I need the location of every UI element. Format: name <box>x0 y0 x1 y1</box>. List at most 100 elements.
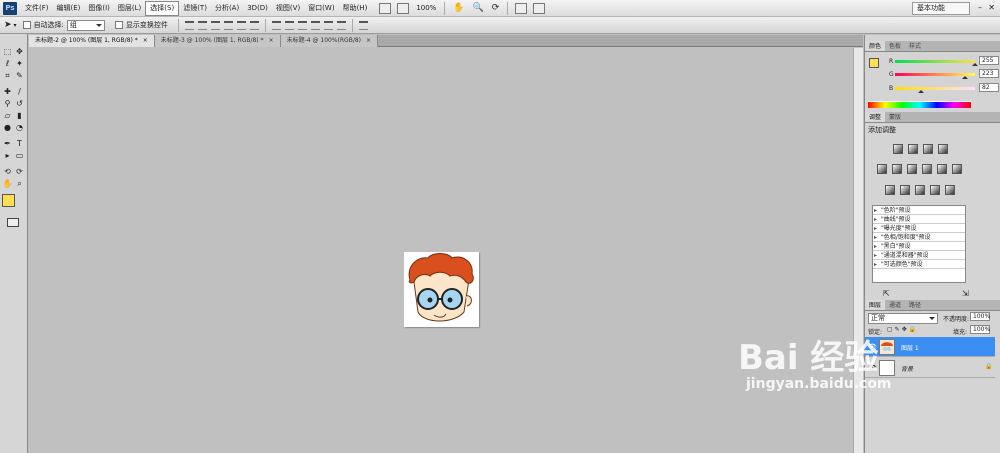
menu-item[interactable]: 滤镜(T) <box>179 1 211 16</box>
opacity-field[interactable]: 100% <box>970 312 990 321</box>
color-panel-foreground-swatch[interactable] <box>869 58 879 68</box>
distribute-top-icon[interactable] <box>271 20 281 30</box>
g-value-field[interactable]: 223 <box>979 69 999 78</box>
history-brush-tool-icon[interactable]: ↺ <box>14 99 25 108</box>
hand-tool-icon[interactable]: ✋ <box>2 179 13 188</box>
levels-icon[interactable] <box>908 144 918 154</box>
eyedropper-tool-icon[interactable]: ✎ <box>14 71 25 80</box>
close-tab-icon[interactable]: × <box>269 37 274 44</box>
view-extras-icon[interactable] <box>397 2 410 14</box>
posterize-icon[interactable] <box>900 185 910 195</box>
zoom-tool-icon[interactable]: 🔍 <box>469 1 488 16</box>
tab-swatches[interactable]: 色板 <box>885 41 905 51</box>
brightness-icon[interactable] <box>893 144 903 154</box>
hand-tool-icon[interactable]: ✋ <box>449 1 468 16</box>
zoom-tool-icon[interactable]: ⌕ <box>14 179 25 188</box>
canvas-area[interactable] <box>29 48 853 453</box>
align-right-icon[interactable] <box>249 20 259 30</box>
auto-select-dropdown[interactable]: 组 <box>66 19 105 31</box>
distribute-vcenter-icon[interactable] <box>284 20 294 30</box>
3d-orbit-tool-icon[interactable]: ⟳ <box>14 167 25 176</box>
invert-icon[interactable] <box>885 185 895 195</box>
b-value-field[interactable]: 82 <box>979 83 999 92</box>
bridge-icon[interactable] <box>379 2 392 14</box>
quick-mask-icon[interactable] <box>7 218 19 227</box>
minimize-icon[interactable]: – <box>978 3 982 12</box>
foreground-color-swatch[interactable] <box>2 194 15 207</box>
tab-adjustments[interactable]: 调整 <box>865 112 886 122</box>
selective-color-icon[interactable] <box>945 185 955 195</box>
tool-preset-dropdown-icon[interactable]: ▾ <box>14 22 17 29</box>
arrange-documents-icon[interactable] <box>515 2 528 14</box>
rotate-view-icon[interactable]: ⟳ <box>488 1 504 16</box>
menu-item[interactable]: 编辑(E) <box>53 1 85 16</box>
close-icon[interactable]: ✕ <box>988 3 995 12</box>
tab-color[interactable]: 颜色 <box>865 41 886 51</box>
move-tool-icon[interactable]: ✥ <box>14 47 25 56</box>
b-slider-thumb[interactable] <box>917 87 924 93</box>
distribute-bottom-icon[interactable] <box>297 20 307 30</box>
menu-item[interactable]: 文件(F) <box>21 1 53 16</box>
clone-stamp-tool-icon[interactable]: ⚲ <box>2 99 13 108</box>
vibrance-icon[interactable] <box>877 164 887 174</box>
zoom-level[interactable]: 100% <box>412 1 440 16</box>
path-selection-tool-icon[interactable]: ▸ <box>2 151 13 160</box>
menu-item[interactable]: 选择(S) <box>145 0 180 16</box>
align-bottom-icon[interactable] <box>210 20 220 30</box>
3d-rotate-tool-icon[interactable]: ⟲ <box>2 167 13 176</box>
distribute-hcenter-icon[interactable] <box>323 20 333 30</box>
document-tab[interactable]: 未标题-2 @ 100% (图层 1, RGB/8) * × <box>29 35 155 47</box>
align-vcenter-icon[interactable] <box>197 20 207 30</box>
blend-mode-dropdown[interactable]: 正常 <box>868 313 938 324</box>
tab-masks[interactable]: 蒙版 <box>885 112 905 122</box>
r-value-field[interactable]: 255 <box>979 56 999 65</box>
gradient-tool-icon[interactable]: ▮ <box>14 111 25 120</box>
eraser-tool-icon[interactable]: ▱ <box>2 111 13 120</box>
g-slider-thumb[interactable] <box>961 73 968 79</box>
auto-align-icon[interactable] <box>358 20 368 30</box>
healing-brush-tool-icon[interactable]: ✚ <box>2 87 13 96</box>
vertical-scrollbar[interactable] <box>853 48 863 453</box>
color-spectrum-bar[interactable] <box>868 101 971 108</box>
b-slider[interactable] <box>895 87 975 90</box>
marquee-tool-icon[interactable]: ⬚ <box>2 47 13 56</box>
menu-item[interactable]: 视图(V) <box>272 1 304 16</box>
brush-tool-icon[interactable]: / <box>14 87 25 96</box>
fill-field[interactable]: 100% <box>970 325 990 334</box>
show-transform-checkbox[interactable] <box>114 21 123 29</box>
menu-item[interactable]: 分析(A) <box>211 1 243 16</box>
color-balance-icon[interactable] <box>907 164 917 174</box>
menu-item[interactable]: 图层(L) <box>114 1 145 16</box>
close-tab-icon[interactable]: × <box>366 37 371 44</box>
tab-paths[interactable]: 路径 <box>905 300 925 310</box>
channel-mixer-icon[interactable] <box>952 164 962 174</box>
magic-wand-tool-icon[interactable]: ✦ <box>14 59 25 68</box>
return-to-list-icon[interactable]: ⇱ <box>883 289 890 298</box>
align-top-icon[interactable] <box>184 20 194 30</box>
exposure-icon[interactable] <box>938 144 948 154</box>
distribute-left-icon[interactable] <box>310 20 320 30</box>
tab-layers[interactable]: 图层 <box>865 300 886 310</box>
distribute-right-icon[interactable] <box>336 20 346 30</box>
blur-tool-icon[interactable]: ● <box>2 123 13 132</box>
document-tab[interactable]: 未标题-3 @ 100% (图层 1, RGB/8) * × <box>154 35 281 47</box>
r-slider-thumb[interactable] <box>972 60 978 66</box>
menu-item[interactable]: 3D(D) <box>243 1 272 16</box>
list-item[interactable]: "黑白"预设 <box>873 242 965 251</box>
threshold-icon[interactable] <box>915 185 925 195</box>
photo-filter-icon[interactable] <box>937 164 947 174</box>
list-item[interactable]: "色阶"预设 <box>873 206 965 215</box>
hue-saturation-icon[interactable] <box>892 164 902 174</box>
dodge-tool-icon[interactable]: ◔ <box>14 123 25 132</box>
r-slider[interactable] <box>895 60 975 63</box>
lasso-tool-icon[interactable]: ℓ <box>2 59 13 68</box>
screen-mode-icon[interactable] <box>533 2 546 14</box>
auto-select-checkbox[interactable] <box>22 21 31 29</box>
tab-channels[interactable]: 通道 <box>885 300 905 310</box>
tab-styles[interactable]: 样式 <box>905 41 925 51</box>
document-canvas[interactable] <box>404 252 479 327</box>
lock-icons[interactable]: ▢✎✥🔒 <box>887 326 918 333</box>
pen-tool-icon[interactable]: ✒ <box>2 139 13 148</box>
list-item[interactable]: "曲线"预设 <box>873 215 965 224</box>
crop-tool-icon[interactable]: ⌗ <box>2 71 13 80</box>
